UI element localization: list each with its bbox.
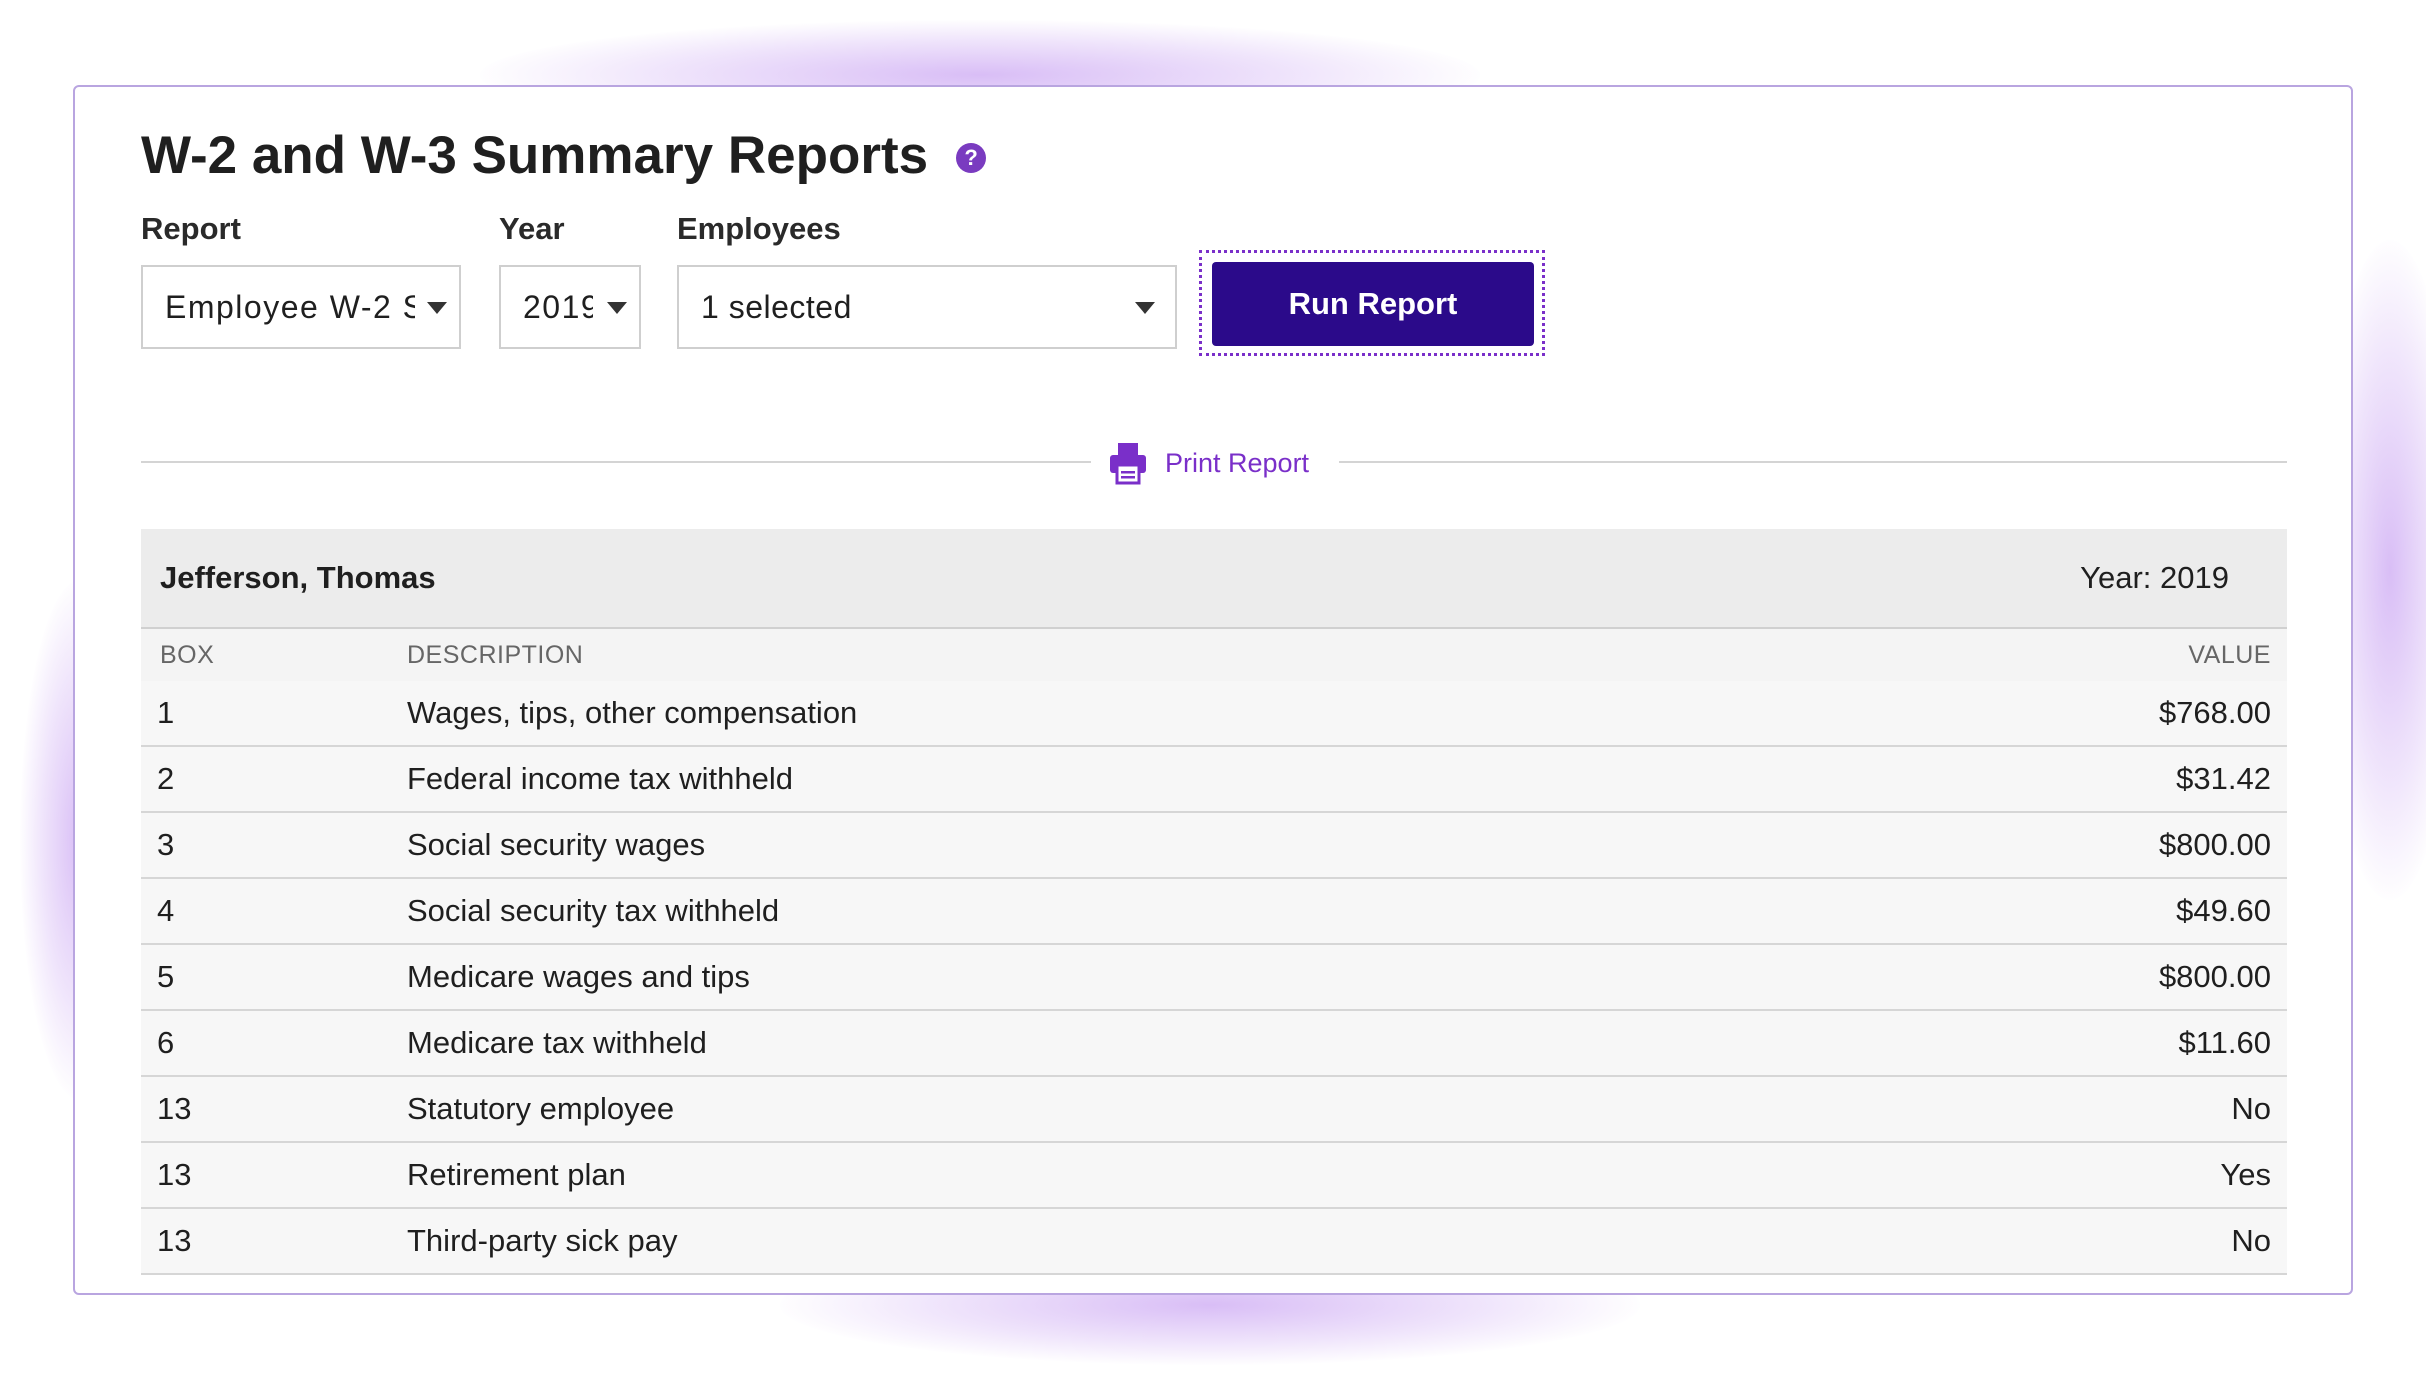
row-description: Social security tax withheld <box>407 893 780 928</box>
divider <box>141 461 1091 463</box>
table-row: 5 Medicare wages and tips $800.00 <box>141 945 2287 1011</box>
report-table: Jefferson, Thomas Year: 2019 BOX DESCRIP… <box>141 529 2287 1275</box>
row-description: Wages, tips, other compensation <box>407 695 858 730</box>
report-select-value: Employee W-2 Summary <box>165 288 415 325</box>
divider <box>1339 461 2287 463</box>
chevron-down-icon <box>607 302 627 314</box>
row-box: 6 <box>157 1025 175 1060</box>
run-report-focus-ring: Run Report <box>1199 250 1545 356</box>
title-row: W-2 and W-3 Summary Reports ? <box>141 125 987 186</box>
printer-icon <box>1109 441 1147 485</box>
row-box: 2 <box>157 761 175 796</box>
row-value: Yes <box>2220 1157 2271 1192</box>
row-value: $31.42 <box>2176 761 2271 796</box>
report-select[interactable]: Employee W-2 Summary <box>141 265 461 349</box>
column-header-description: DESCRIPTION <box>407 640 584 669</box>
table-row: 6 Medicare tax withheld $11.60 <box>141 1011 2287 1077</box>
row-description: Statutory employee <box>407 1091 675 1126</box>
row-description: Social security wages <box>407 827 706 862</box>
help-icon[interactable]: ? <box>956 142 987 173</box>
column-header-value: VALUE <box>2188 640 2271 669</box>
row-value: No <box>2231 1091 2271 1126</box>
employee-name: Jefferson, Thomas <box>160 560 436 595</box>
row-box: 4 <box>157 893 175 928</box>
chevron-down-icon <box>427 302 447 314</box>
table-row: 13 Retirement plan Yes <box>141 1143 2287 1209</box>
row-box: 13 <box>157 1157 192 1192</box>
row-value: $800.00 <box>2158 959 2271 994</box>
row-description: Medicare wages and tips <box>407 959 750 994</box>
row-value: $49.60 <box>2176 893 2271 928</box>
year-select[interactable]: 2019 <box>499 265 641 349</box>
row-value: $768.00 <box>2158 695 2271 730</box>
row-box: 5 <box>157 959 175 994</box>
table-row: 13 Third-party sick pay No <box>141 1209 2287 1275</box>
table-row: 3 Social security wages $800.00 <box>141 813 2287 879</box>
employees-label: Employees <box>677 211 841 246</box>
row-description: Medicare tax withheld <box>407 1025 707 1060</box>
table-row: 4 Social security tax withheld $49.60 <box>141 879 2287 945</box>
year-select-value: 2019 <box>523 288 593 325</box>
chevron-down-icon <box>1135 302 1155 314</box>
row-description: Federal income tax withheld <box>407 761 793 796</box>
print-report-label: Print Report <box>1165 447 1310 478</box>
report-label: Report <box>141 211 241 246</box>
row-value: $800.00 <box>2158 827 2271 862</box>
print-report-link[interactable]: Print Report <box>1109 441 1309 485</box>
run-report-button[interactable]: Run Report <box>1212 262 1534 346</box>
screen: W-2 and W-3 Summary Reports ? Report Emp… <box>0 0 2426 1381</box>
row-description: Third-party sick pay <box>407 1223 678 1258</box>
table-header: BOX DESCRIPTION VALUE <box>141 629 2287 681</box>
column-header-box: BOX <box>160 640 215 669</box>
table-row: 1 Wages, tips, other compensation $768.0… <box>141 681 2287 747</box>
report-year: Year: 2019 <box>2080 560 2229 595</box>
row-box: 3 <box>157 827 175 862</box>
row-box: 13 <box>157 1091 192 1126</box>
row-value: $11.60 <box>2178 1025 2271 1060</box>
report-header: Jefferson, Thomas Year: 2019 <box>141 529 2287 629</box>
row-box: 1 <box>157 695 175 730</box>
employees-select[interactable]: 1 selected <box>677 265 1177 349</box>
table-row: 13 Statutory employee No <box>141 1077 2287 1143</box>
row-box: 13 <box>157 1223 192 1258</box>
employees-select-value: 1 selected <box>701 288 852 325</box>
table-row: 2 Federal income tax withheld $31.42 <box>141 747 2287 813</box>
year-label: Year <box>499 211 565 246</box>
page-title: W-2 and W-3 Summary Reports <box>141 126 929 185</box>
row-description: Retirement plan <box>407 1157 626 1192</box>
row-value: No <box>2231 1223 2271 1258</box>
report-card: W-2 and W-3 Summary Reports ? Report Emp… <box>73 85 2353 1295</box>
